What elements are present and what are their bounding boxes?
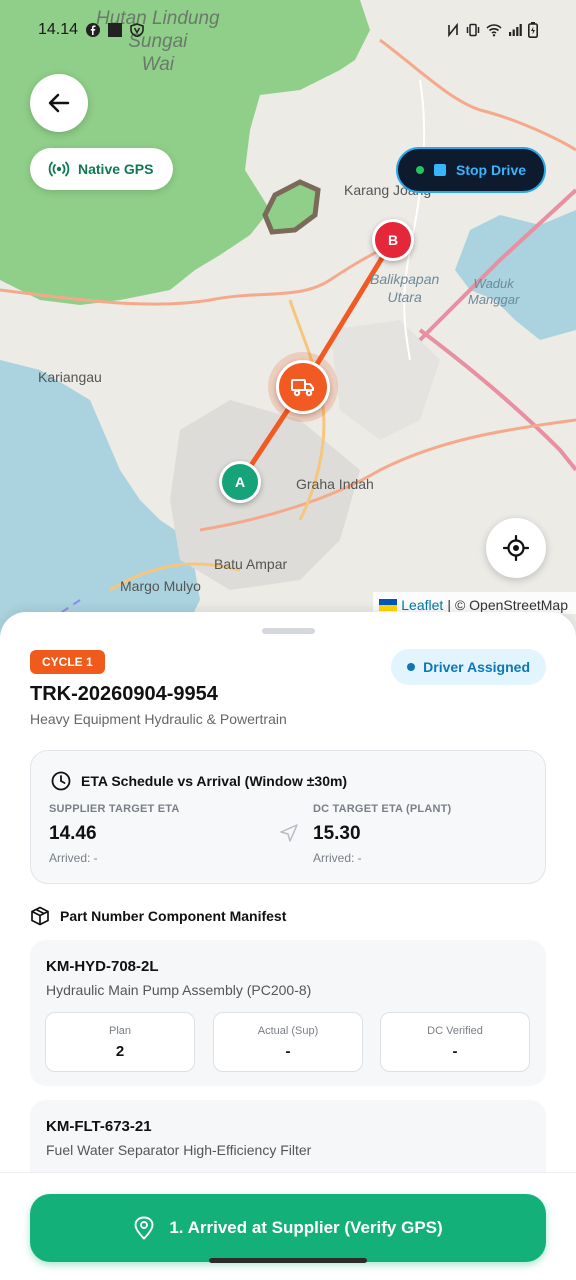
marker-a[interactable]: A xyxy=(219,461,261,503)
dc-arrived: Arrived: - xyxy=(313,851,362,865)
sheet-drag-handle[interactable] xyxy=(262,628,315,634)
leaflet-link[interactable]: Leaflet xyxy=(401,597,443,613)
ukraine-flag-icon xyxy=(379,598,398,611)
supplier-arrived: Arrived: - xyxy=(49,851,98,865)
osm-attribution[interactable]: © OpenStreetMap xyxy=(455,597,568,613)
actual-cell: Actual (Sup) - xyxy=(213,1012,363,1072)
attribution-separator: | xyxy=(447,596,451,613)
plan-value: 2 xyxy=(115,1043,125,1060)
crosshair-icon xyxy=(503,535,529,561)
map-label-margo-mulyo: Margo Mulyo xyxy=(120,578,201,594)
stop-drive-label: Stop Drive xyxy=(456,162,527,178)
supplier-eta-value: 14.46 xyxy=(49,823,97,844)
eta-card: ETA Schedule vs Arrival (Window ±30m) SU… xyxy=(30,750,546,884)
map-label-graha-indah: Graha Indah xyxy=(296,476,374,492)
gps-mode-button[interactable]: Native GPS xyxy=(30,148,174,190)
map-label-kariangau: Kariangau xyxy=(38,369,102,385)
map-label-balikpapan-utara: Balikpapan Utara xyxy=(370,271,440,305)
truck-id: TRK-20260904-9954 xyxy=(30,683,218,705)
map-attribution: Leaflet | © OpenStreetMap xyxy=(373,592,576,614)
manifest-header: Part Number Component Manifest xyxy=(30,906,286,926)
navigation-arrow-icon xyxy=(280,824,298,842)
dc-eta-label: DC TARGET ETA (PLANT) xyxy=(313,803,452,815)
shield-icon xyxy=(130,23,144,37)
locate-me-button[interactable] xyxy=(486,518,546,578)
marker-a-label: A xyxy=(234,474,246,490)
arrived-at-supplier-label: 1. Arrived at Supplier (Verify GPS) xyxy=(169,1218,443,1237)
part-card[interactable]: KM-HYD-708-2L Hydraulic Main Pump Assemb… xyxy=(30,940,546,1086)
arrow-left-icon xyxy=(48,93,70,113)
battery-icon xyxy=(528,22,538,38)
app-root: Hutan Lindung Sungai Wai Karang Joang Ba… xyxy=(0,0,576,1280)
trip-details-sheet: CYCLE 1 Driver Assigned TRK-20260904-995… xyxy=(0,612,576,1280)
nfc-icon xyxy=(448,23,458,37)
cargo-description: Heavy Equipment Hydraulic & Powertrain xyxy=(30,711,287,727)
facebook-icon xyxy=(86,23,101,37)
manifest-title: Part Number Component Manifest xyxy=(60,908,287,924)
stop-icon xyxy=(434,164,446,176)
eta-header: ETA Schedule vs Arrival (Window ±30m) xyxy=(51,771,347,791)
signal-icon xyxy=(509,24,522,36)
gesture-nav-bar[interactable] xyxy=(209,1258,367,1263)
plan-cell: Plan 2 xyxy=(45,1012,195,1072)
map-view[interactable]: Hutan Lindung Sungai Wai Karang Joang Ba… xyxy=(0,0,576,640)
gps-mode-label: Native GPS xyxy=(78,161,154,177)
live-dot xyxy=(416,166,424,174)
verified-cell: DC Verified - xyxy=(380,1012,530,1072)
map-label-batu-ampar: Batu Ampar xyxy=(214,556,288,572)
map-pin-icon xyxy=(134,1216,154,1240)
map-label-waduk-manggar: Waduk Manggar xyxy=(468,276,520,308)
actual-label: Actual (Sup) xyxy=(257,1025,319,1037)
back-button[interactable] xyxy=(30,74,88,132)
part-description: Hydraulic Main Pump Assembly (PC200-8) xyxy=(46,982,312,998)
status-badge: Driver Assigned xyxy=(391,649,546,685)
part-description: Fuel Water Separator High-Efficiency Fil… xyxy=(46,1142,312,1158)
verified-value: - xyxy=(452,1043,458,1060)
stop-drive-button[interactable]: Stop Drive xyxy=(396,147,546,193)
truck-marker[interactable] xyxy=(276,360,330,414)
dc-eta-value: 15.30 xyxy=(313,823,361,844)
package-icon xyxy=(31,906,49,926)
eta-title: ETA Schedule vs Arrival (Window ±30m) xyxy=(81,773,348,789)
status-bar: 14.14 xyxy=(38,18,538,42)
verified-label: DC Verified xyxy=(427,1025,483,1037)
supplier-eta: SUPPLIER TARGET ETA 14.46 Arrived: - xyxy=(49,803,180,865)
status-dot xyxy=(407,663,416,671)
marker-b[interactable]: B xyxy=(372,219,414,261)
dc-eta: DC TARGET ETA (PLANT) 15.30 Arrived: - xyxy=(313,803,451,865)
cycle-badge: CYCLE 1 xyxy=(30,650,105,674)
actual-value: - xyxy=(285,1043,291,1060)
app-notification-icon xyxy=(108,23,123,37)
part-number: KM-FLT-673-21 xyxy=(46,1118,152,1135)
plan-label: Plan xyxy=(108,1025,132,1037)
status-time: 14.14 xyxy=(38,21,79,38)
truck-icon xyxy=(291,379,314,397)
supplier-eta-label: SUPPLIER TARGET ETA xyxy=(49,803,180,815)
gps-signal-icon xyxy=(48,161,70,177)
part-number: KM-HYD-708-2L xyxy=(46,958,159,975)
arrived-at-supplier-button[interactable]: 1. Arrived at Supplier (Verify GPS) xyxy=(30,1194,546,1262)
marker-b-label: B xyxy=(387,232,399,248)
vibrate-icon xyxy=(466,23,480,37)
action-footer: 1. Arrived at Supplier (Verify GPS) xyxy=(0,1172,576,1280)
status-label: Driver Assigned xyxy=(423,659,530,675)
wifi-icon xyxy=(486,24,502,37)
clock-icon xyxy=(51,771,71,791)
